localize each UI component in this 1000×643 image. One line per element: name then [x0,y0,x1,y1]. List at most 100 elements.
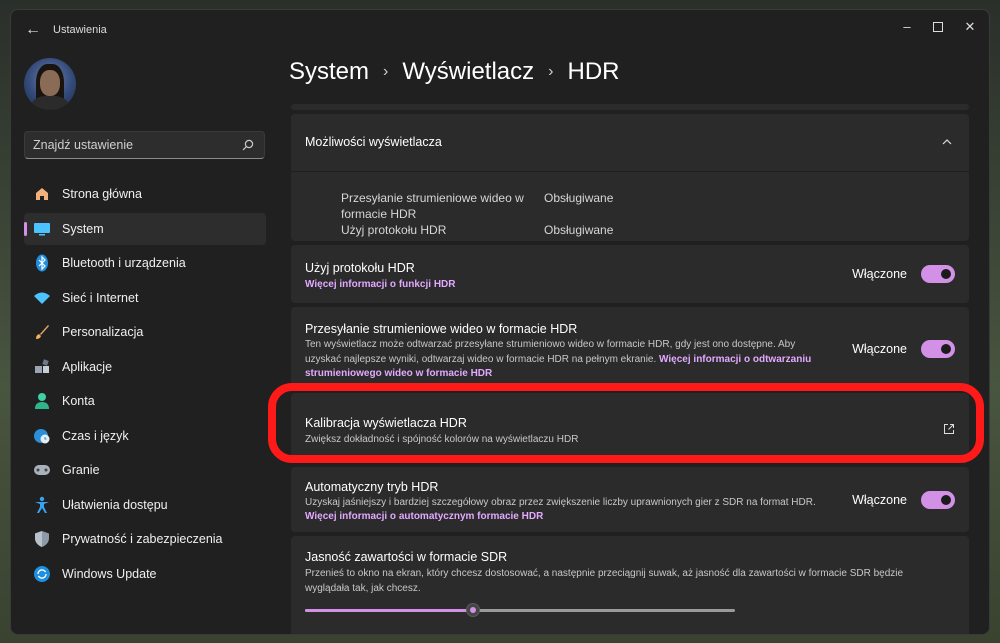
breadcrumb: System › Wyświetlacz › HDR [289,58,619,86]
streaming-description: Ten wyświetlacz może odtwarzać przesyłan… [305,338,845,382]
sidebar-item-system[interactable]: System [24,212,266,245]
home-icon [33,185,51,203]
prop-hdr-label: Użyj protokołu HDR [341,223,447,237]
chevron-right-icon: › [383,63,389,80]
streaming-desc-line1: Ten wyświetlacz może odtwarzać przesyłan… [305,339,796,350]
sdr-brightness-slider[interactable] [305,603,735,617]
sdr-brightness-card: Jasność zawartości w formacie SDR Przeni… [291,536,969,634]
streaming-state: Włączone [852,342,907,356]
sidebar-item-label: Prywatność i zabezpieczenia [62,532,223,546]
sdr-desc-line2: wyglądała tak, jak chcesz. [305,582,421,594]
page-title: HDR [567,58,620,85]
settings-content: Możliwości wyświetlacza Przesyłanie stru… [291,104,969,634]
sidebar-item-privacy[interactable]: Prywatność i zabezpieczenia [24,523,266,555]
close-icon[interactable]: ✕ [956,16,984,38]
sidebar-item-label: Czas i język [62,428,129,443]
sidebar-item-home[interactable]: Strona główna [24,178,266,210]
title-bar: ← Ustawienia – ✕ [11,10,989,50]
capabilities-title: Możliwości wyświetlacza [305,135,442,149]
sidebar-item-label: Sieć i Internet [62,290,139,305]
monitor-icon [33,220,51,238]
slider-thumb[interactable] [465,603,480,617]
divider [291,171,969,172]
search-input[interactable] [33,132,233,158]
person-icon [33,392,51,410]
sidebar-item-time-language[interactable]: Czas i język [24,420,266,452]
sidebar-item-windows-update[interactable]: Windows Update [24,558,266,590]
slider-fill [305,609,473,612]
external-link-icon[interactable] [943,423,955,435]
use-hdr-state: Włączone [852,267,907,281]
streaming-link-part1[interactable]: Więcej informacji o odtwarzaniu [659,354,811,365]
sidebar-item-label: Bluetooth i urządzenia [62,256,186,270]
sidebar-item-label: Strona główna [62,187,142,201]
streaming-toggle[interactable] [921,340,955,358]
search-icon[interactable] [242,139,254,151]
sidebar-item-label: Ułatwienia dostępu [62,497,168,512]
chevron-right-icon: › [548,63,554,80]
sidebar-item-label: Aplikacje [62,359,113,374]
auto-hdr-title: Automatyczny tryb HDR [305,480,439,494]
brush-icon [33,323,51,341]
app-title: Ustawienia [53,24,107,36]
wifi-icon [33,289,51,307]
sidebar-item-gaming[interactable]: Granie [24,454,266,486]
calibration-description: Zwiększ dokładność i spójność kolorów na… [305,434,579,445]
auto-hdr-state: Włączone [852,493,907,507]
settings-window: ← Ustawienia – ✕ Strona główna Sy [10,9,990,635]
display-capabilities-expander: Możliwości wyświetlacza Przesyłanie stru… [291,114,969,241]
maximize-icon[interactable] [924,16,952,38]
prop-streaming-label: Przesyłanie strumieniowe wideo w formaci… [341,190,524,222]
clock-globe-icon [33,427,51,445]
sidebar-item-label: System [62,221,104,236]
use-hdr-card: Użyj protokołu HDR Więcej informacji o f… [291,245,969,303]
streaming-toggle-group: Włączone [852,340,955,358]
sidebar-item-label: Windows Update [62,566,157,581]
sidebar-item-label: Granie [62,463,100,477]
accessibility-icon [33,496,51,514]
prop-streaming-label-line1: Przesyłanie strumieniowe wideo w [341,191,524,205]
avatar-body [32,96,68,110]
use-hdr-toggle[interactable] [921,265,955,283]
auto-hdr-card: Automatyczny tryb HDR Uzyskaj jaśniejszy… [291,467,969,532]
expander-header[interactable]: Możliwości wyświetlacza [291,114,969,170]
minimize-icon[interactable]: – [893,16,921,38]
previous-card-edge [291,104,969,110]
sidebar-nav: Strona główna System Bluetooth i urządze… [24,178,266,592]
auto-hdr-toggle-group: Włączone [852,491,955,509]
sidebar-item-personalization[interactable]: Personalizacja [24,316,266,348]
sidebar-item-network[interactable]: Sieć i Internet [24,282,266,314]
streaming-desc-line2: uzyskać najlepsze wyniki, odtwarzaj wide… [305,353,657,365]
hdr-streaming-card: Przesyłanie strumieniowe wideo w formaci… [291,307,969,389]
update-icon [33,565,51,583]
streaming-link-part2[interactable]: strumieniowego wideo w formacie HDR [305,367,845,382]
breadcrumb-display[interactable]: Wyświetlacz [402,58,534,86]
hdr-calibration-card[interactable]: Kalibracja wyświetlacza HDR Zwiększ dokł… [291,393,969,463]
search-box[interactable] [24,131,265,159]
sidebar-item-label: Personalizacja [62,325,144,339]
streaming-title: Przesyłanie strumieniowe wideo w formaci… [305,322,578,336]
sdr-desc-line1: Przenieś to okno na ekran, który chcesz … [305,568,904,579]
chevron-up-icon[interactable] [941,136,953,148]
shield-icon [33,530,51,548]
auto-hdr-toggle[interactable] [921,491,955,509]
sidebar-item-accessibility[interactable]: Ułatwienia dostępu [24,489,266,521]
avatar[interactable] [24,58,76,110]
use-hdr-toggle-group: Włączone [852,265,955,283]
sdr-description: Przenieś to okno na ekran, który chcesz … [305,567,955,596]
prop-streaming-label-line2: formacie HDR [341,207,417,221]
prop-hdr-value: Obsługiwane [544,223,614,237]
use-hdr-title: Użyj protokołu HDR [305,261,415,275]
use-hdr-link[interactable]: Więcej informacji o funkcji HDR [305,279,456,290]
sidebar-item-apps[interactable]: Aplikacje [24,351,266,383]
apps-icon [33,358,51,376]
sidebar-item-bluetooth[interactable]: Bluetooth i urządzenia [24,247,266,279]
breadcrumb-system[interactable]: System [289,58,369,86]
sidebar-item-label: Konta [62,394,95,408]
auto-hdr-link[interactable]: Więcej informacji o automatycznym formac… [305,511,543,522]
auto-hdr-description: Uzyskaj jaśniejszy i bardziej szczegółow… [305,497,816,508]
gamepad-icon [33,461,51,479]
sidebar-item-accounts[interactable]: Konta [24,385,266,417]
calibration-title: Kalibracja wyświetlacza HDR [305,416,467,430]
back-arrow-icon[interactable]: ← [23,20,43,40]
